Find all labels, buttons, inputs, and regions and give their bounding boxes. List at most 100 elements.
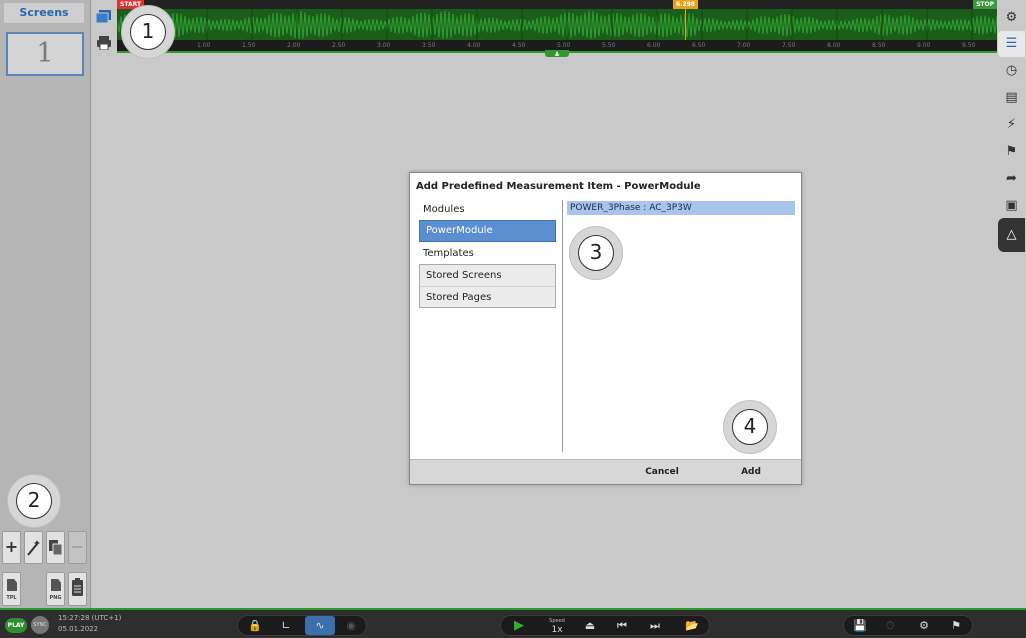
- settings-button[interactable]: ⚙: [998, 5, 1025, 31]
- cancel-button[interactable]: Cancel: [625, 460, 699, 484]
- cursor-tool-icon: ∟: [281, 619, 291, 632]
- gauge-icon: ◷: [1005, 63, 1018, 78]
- axis-tick-label: 3.00: [377, 42, 391, 49]
- callout-number: 2: [16, 483, 52, 519]
- chart-tool-button[interactable]: ∿: [305, 616, 335, 635]
- callout-2: 2: [7, 474, 61, 528]
- axis-tick-label: 2.00: [287, 42, 301, 49]
- gauge-button[interactable]: ◷: [998, 58, 1025, 84]
- save-button[interactable]: 💾: [848, 616, 872, 635]
- folder-icon: 📂: [685, 619, 699, 632]
- callout-3: 3: [569, 226, 623, 280]
- remove-screen-button[interactable]: −: [68, 531, 87, 564]
- templates-label: Templates: [423, 248, 474, 259]
- dialog-divider: [562, 200, 563, 452]
- clock-date: 05.01.2022: [58, 625, 99, 633]
- dialog-source-list: Modules PowerModule Templates Stored Scr…: [419, 200, 556, 308]
- warning-button[interactable]: △: [998, 218, 1025, 252]
- axis-tick-label: 6.50: [692, 42, 706, 49]
- eject-icon: ⏏: [584, 619, 596, 632]
- next-button[interactable]: ⏭: [643, 616, 667, 635]
- modules-label: Modules: [423, 204, 465, 215]
- collapse-toggle[interactable]: ▲: [545, 50, 569, 57]
- status-bar: PLAY SYNC 15:27:28 (UTC+1) 05.01.2022 🔒 …: [0, 608, 1026, 638]
- play-status-badge[interactable]: PLAY: [5, 618, 27, 633]
- report-icon: ▤: [1005, 90, 1018, 105]
- config-button[interactable]: ⚙: [912, 616, 936, 635]
- cursor-marker[interactable]: 6.298: [673, 0, 698, 9]
- module-item-powermodule[interactable]: PowerModule: [419, 220, 556, 242]
- axis-tick-label: 7.50: [782, 42, 796, 49]
- axis-tick-label: 4.00: [467, 42, 481, 49]
- chevron-up-icon: ▲: [554, 50, 560, 57]
- callout-1: 1: [121, 5, 175, 59]
- waveform-signal: [117, 9, 997, 41]
- lock-button[interactable]: 🔒: [243, 616, 267, 635]
- tools-group: 🔒 ∟ ∿ ◉: [237, 615, 367, 636]
- axis-tick-label: 7.00: [737, 42, 751, 49]
- axis-tick-label: 5.50: [602, 42, 616, 49]
- flag-button[interactable]: ⚑: [998, 139, 1025, 165]
- screen-thumbnail[interactable]: 1: [6, 32, 84, 76]
- play-button[interactable]: ▶: [505, 617, 533, 634]
- axis-tick-label: 1.00: [197, 42, 211, 49]
- print-icon[interactable]: [96, 36, 112, 50]
- png-file-button[interactable]: PNG: [46, 572, 65, 606]
- open-folder-button[interactable]: 📂: [677, 616, 707, 635]
- add-screen-button[interactable]: +: [2, 531, 21, 564]
- tpl-file-button[interactable]: TPL: [2, 572, 21, 606]
- eject-button[interactable]: ⏏: [578, 616, 602, 635]
- waveform-overview[interactable]: START 6.298 STOP 1.00 1.50 2.00 2.50 3.00 3.5…: [117, 0, 997, 51]
- list-icon: ☰: [1005, 36, 1018, 51]
- axis-tick-label: 3.50: [422, 42, 436, 49]
- measurement-item[interactable]: POWER_3Phase : AC_3P3W: [567, 201, 795, 215]
- screens-header[interactable]: Screens: [4, 3, 84, 23]
- template-item-stored-pages[interactable]: Stored Pages: [420, 286, 555, 307]
- export-button[interactable]: ➦: [998, 166, 1025, 192]
- file-icon: [51, 579, 61, 591]
- lock-icon: 🔒: [248, 619, 262, 632]
- speed-control[interactable]: Speed 1x: [545, 617, 569, 635]
- callout-number: 1: [130, 14, 166, 50]
- cursor-tool-button[interactable]: ∟: [274, 616, 298, 635]
- add-button[interactable]: Add: [714, 460, 788, 484]
- callout-number: 4: [732, 409, 768, 445]
- previous-button[interactable]: ⏮: [610, 616, 634, 635]
- car-icon: ▣: [1005, 198, 1018, 213]
- file-icon: [7, 579, 17, 591]
- play-icon: ▶: [514, 618, 524, 633]
- tpl-label: TPL: [6, 595, 17, 601]
- clipboard-icon: [72, 578, 83, 596]
- callout-number: 3: [578, 235, 614, 271]
- flag-icon: ⚑: [951, 619, 961, 632]
- marker-button[interactable]: ⚑: [944, 616, 968, 635]
- target-button[interactable]: ◉: [339, 616, 363, 635]
- target-icon: ◉: [346, 619, 356, 632]
- vehicle-button[interactable]: ▣: [998, 193, 1025, 219]
- chart-tool-icon: ∿: [315, 619, 325, 632]
- magic-wand-button[interactable]: [24, 531, 43, 564]
- export-icon: ➦: [1006, 171, 1017, 186]
- save-icon: 💾: [853, 619, 867, 632]
- clipboard-button[interactable]: [68, 572, 87, 606]
- clock-time: 15:27:28 (UTC+1): [58, 614, 122, 622]
- warning-icon: △: [1006, 227, 1017, 242]
- cursor-line: [685, 9, 686, 40]
- layers-icon[interactable]: [96, 10, 112, 24]
- report-button[interactable]: ▤: [998, 85, 1025, 111]
- template-item-stored-screens[interactable]: Stored Screens: [420, 265, 555, 286]
- axis-tick-label: 8.50: [872, 42, 886, 49]
- speed-label: Speed: [549, 618, 565, 624]
- actions-group: 💾 ⏱ ⚙ ⚑: [843, 615, 973, 636]
- png-label: PNG: [49, 595, 62, 601]
- stop-marker[interactable]: STOP: [973, 0, 997, 9]
- settings-icon: ⚙: [1005, 10, 1018, 25]
- axis-tick-label: 6.00: [647, 42, 661, 49]
- sync-status-badge[interactable]: SYNC: [31, 616, 49, 634]
- trigger-button[interactable]: ⚡: [998, 112, 1025, 138]
- copy-screen-button[interactable]: [46, 531, 65, 564]
- axis-tick-label: 9.00: [917, 42, 931, 49]
- timer-button[interactable]: ⏱: [878, 616, 902, 635]
- list-button[interactable]: ☰: [998, 31, 1025, 57]
- callout-4: 4: [723, 400, 777, 454]
